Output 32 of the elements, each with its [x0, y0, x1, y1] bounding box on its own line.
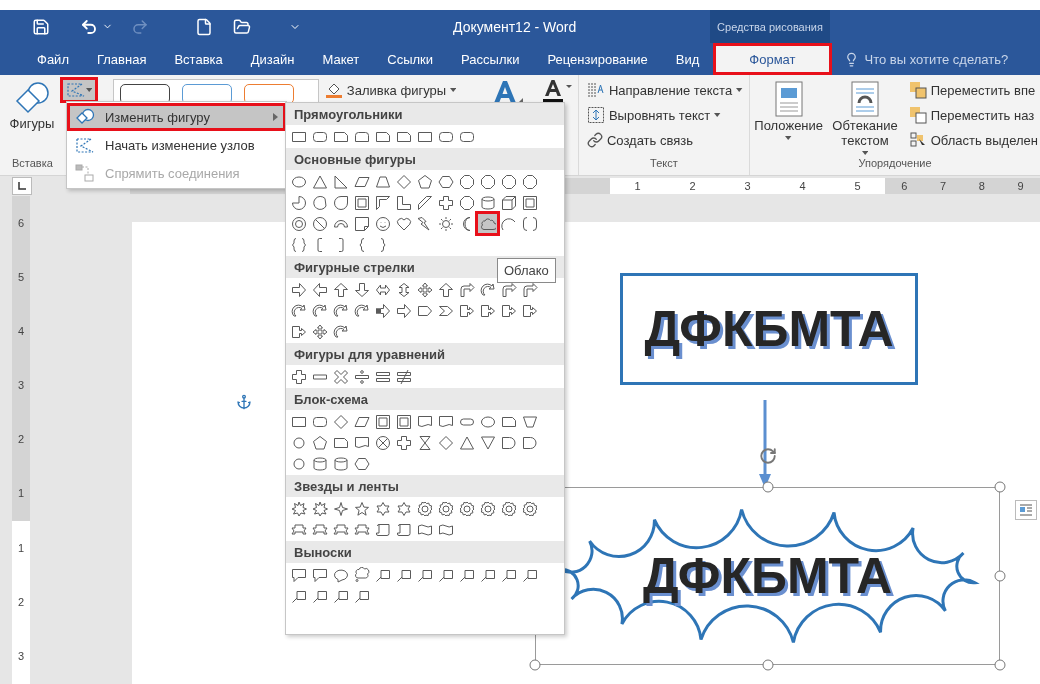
gallery-section-header: Выноски [286, 541, 564, 563]
shape-text: ДФКБМТА [644, 300, 894, 358]
ruler-number: 3 [17, 380, 25, 392]
ruler-number: 4 [799, 180, 806, 192]
ruler-number: 2 [689, 180, 696, 192]
shape-text: ДФКБМТА [642, 547, 893, 605]
ruler-number: 2 [17, 597, 25, 608]
ruler-number: 7 [940, 180, 947, 192]
group-label: Вставка [11, 157, 53, 171]
ruler-number: 5 [17, 271, 25, 283]
gallery-section-header: Фигуры для уравнений [286, 343, 564, 365]
window-title: Документ12 - Word [453, 18, 578, 35]
ruler-number: 8 [978, 180, 985, 192]
ruler-number: 3 [744, 180, 751, 192]
gallery-section-header: Прямоугольники [286, 103, 564, 125]
group-label: Текст [650, 157, 678, 171]
gallery-section-header: Основные фигуры [286, 148, 564, 170]
ruler-number: 6 [901, 180, 908, 192]
ruler-number: 3 [17, 651, 25, 663]
ruler-number: 1 [17, 542, 25, 554]
ruler-number: 2 [17, 434, 25, 446]
ruler-number: 9 [1017, 180, 1024, 192]
gallery-section-header: Блок-схема [286, 388, 564, 410]
ruler-number: 1 [17, 488, 25, 500]
group-label: Упорядочение [858, 157, 932, 171]
context-tab-label: Средства рисования [710, 10, 830, 43]
ruler-number: 6 [17, 217, 25, 229]
ruler-number: 5 [854, 180, 861, 192]
ruler-number: 1 [634, 180, 641, 192]
tooltip: Облако [497, 258, 556, 283]
ruler-number: 4 [17, 325, 25, 337]
gallery-section-header: Звезды и ленты [286, 475, 564, 497]
